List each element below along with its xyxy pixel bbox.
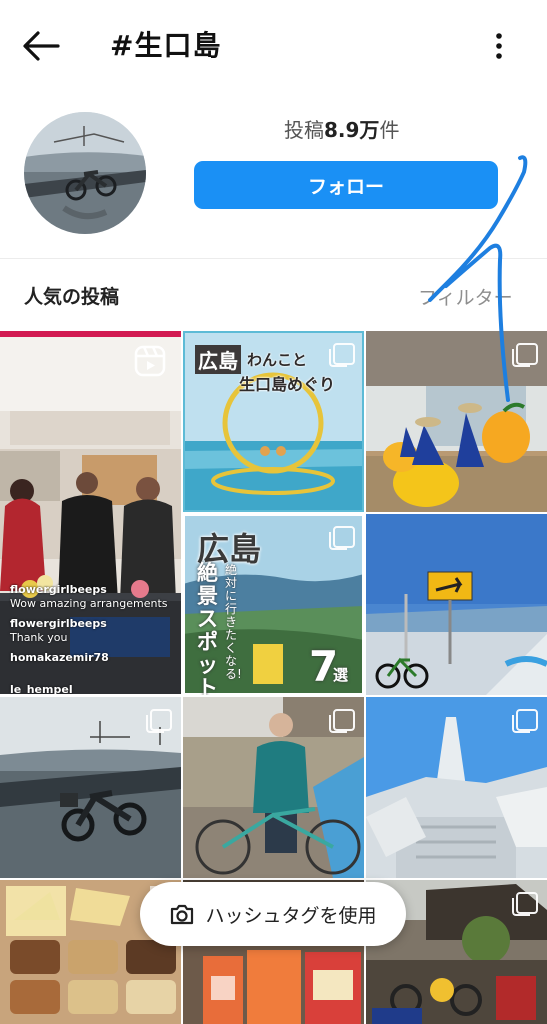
tile-text-line3: 生口島めぐり [239, 375, 336, 394]
page-title: #生口島 [110, 29, 222, 62]
tile-vertical-text: 絶景スポット [197, 561, 218, 696]
multi-post-icon [329, 709, 355, 733]
back-arrow-icon [23, 31, 60, 61]
post-tile-dog-island[interactable]: 広島 わんこと 生口島めぐり [183, 331, 364, 512]
post-count: 投稿8.9万件 [284, 118, 400, 142]
comment-user: le_hempel [10, 683, 73, 694]
post-tile-motorbike-bridge[interactable] [0, 697, 181, 878]
comment-user: flowergirlbeeps [10, 617, 107, 630]
multi-post-icon [146, 709, 172, 733]
top-bar: #生口島 [0, 0, 547, 92]
tile-text-line1: 広島 [195, 345, 241, 374]
hashtag-avatar [24, 112, 146, 234]
filter-button[interactable]: フィルター [418, 283, 513, 310]
post-count-value: 8.9万 [324, 118, 380, 142]
post-tile-scenic-spots[interactable]: 広島 絶景スポット 絶対に行きたくなる! 7 選 [183, 514, 364, 695]
post-tile-cyclist-man[interactable] [183, 697, 364, 878]
divider [0, 258, 547, 259]
multi-post-icon [512, 343, 538, 367]
multi-post-icon [512, 709, 538, 733]
tile-text-line2: わんこと [247, 351, 308, 369]
tile-count-suffix: 選 [333, 666, 349, 684]
post-tile-reel-flowers[interactable]: flowergirlbeeps Wow amazing arrangements… [0, 331, 181, 694]
tile-vertical-subtext: 絶対に行きたくなる! [225, 563, 242, 681]
follow-button[interactable]: フォロー [194, 161, 498, 209]
comment-text: Thank you [10, 631, 68, 644]
use-hashtag-label: ハッシュタグを使用 [205, 904, 377, 927]
comment-text: Wow amazing arrangements [10, 597, 168, 610]
more-vertical-icon [496, 33, 502, 59]
comment-user: homakazemir78 [10, 651, 109, 664]
more-options-button[interactable] [484, 28, 514, 64]
post-tile-marble-monument[interactable] [366, 697, 547, 878]
multi-post-icon [329, 526, 355, 550]
reels-icon [134, 345, 166, 377]
section-title: 人気の投稿 [24, 286, 120, 308]
multi-post-icon [512, 892, 538, 916]
post-tile-road-bike[interactable] [366, 514, 547, 695]
comment-user: flowergirlbeeps [10, 583, 107, 596]
camera-icon [171, 904, 194, 925]
post-tile-lemon[interactable] [366, 331, 547, 512]
use-hashtag-button[interactable]: ハッシュタグを使用 [140, 882, 406, 946]
multi-post-icon [329, 343, 355, 367]
back-button[interactable] [20, 26, 64, 66]
